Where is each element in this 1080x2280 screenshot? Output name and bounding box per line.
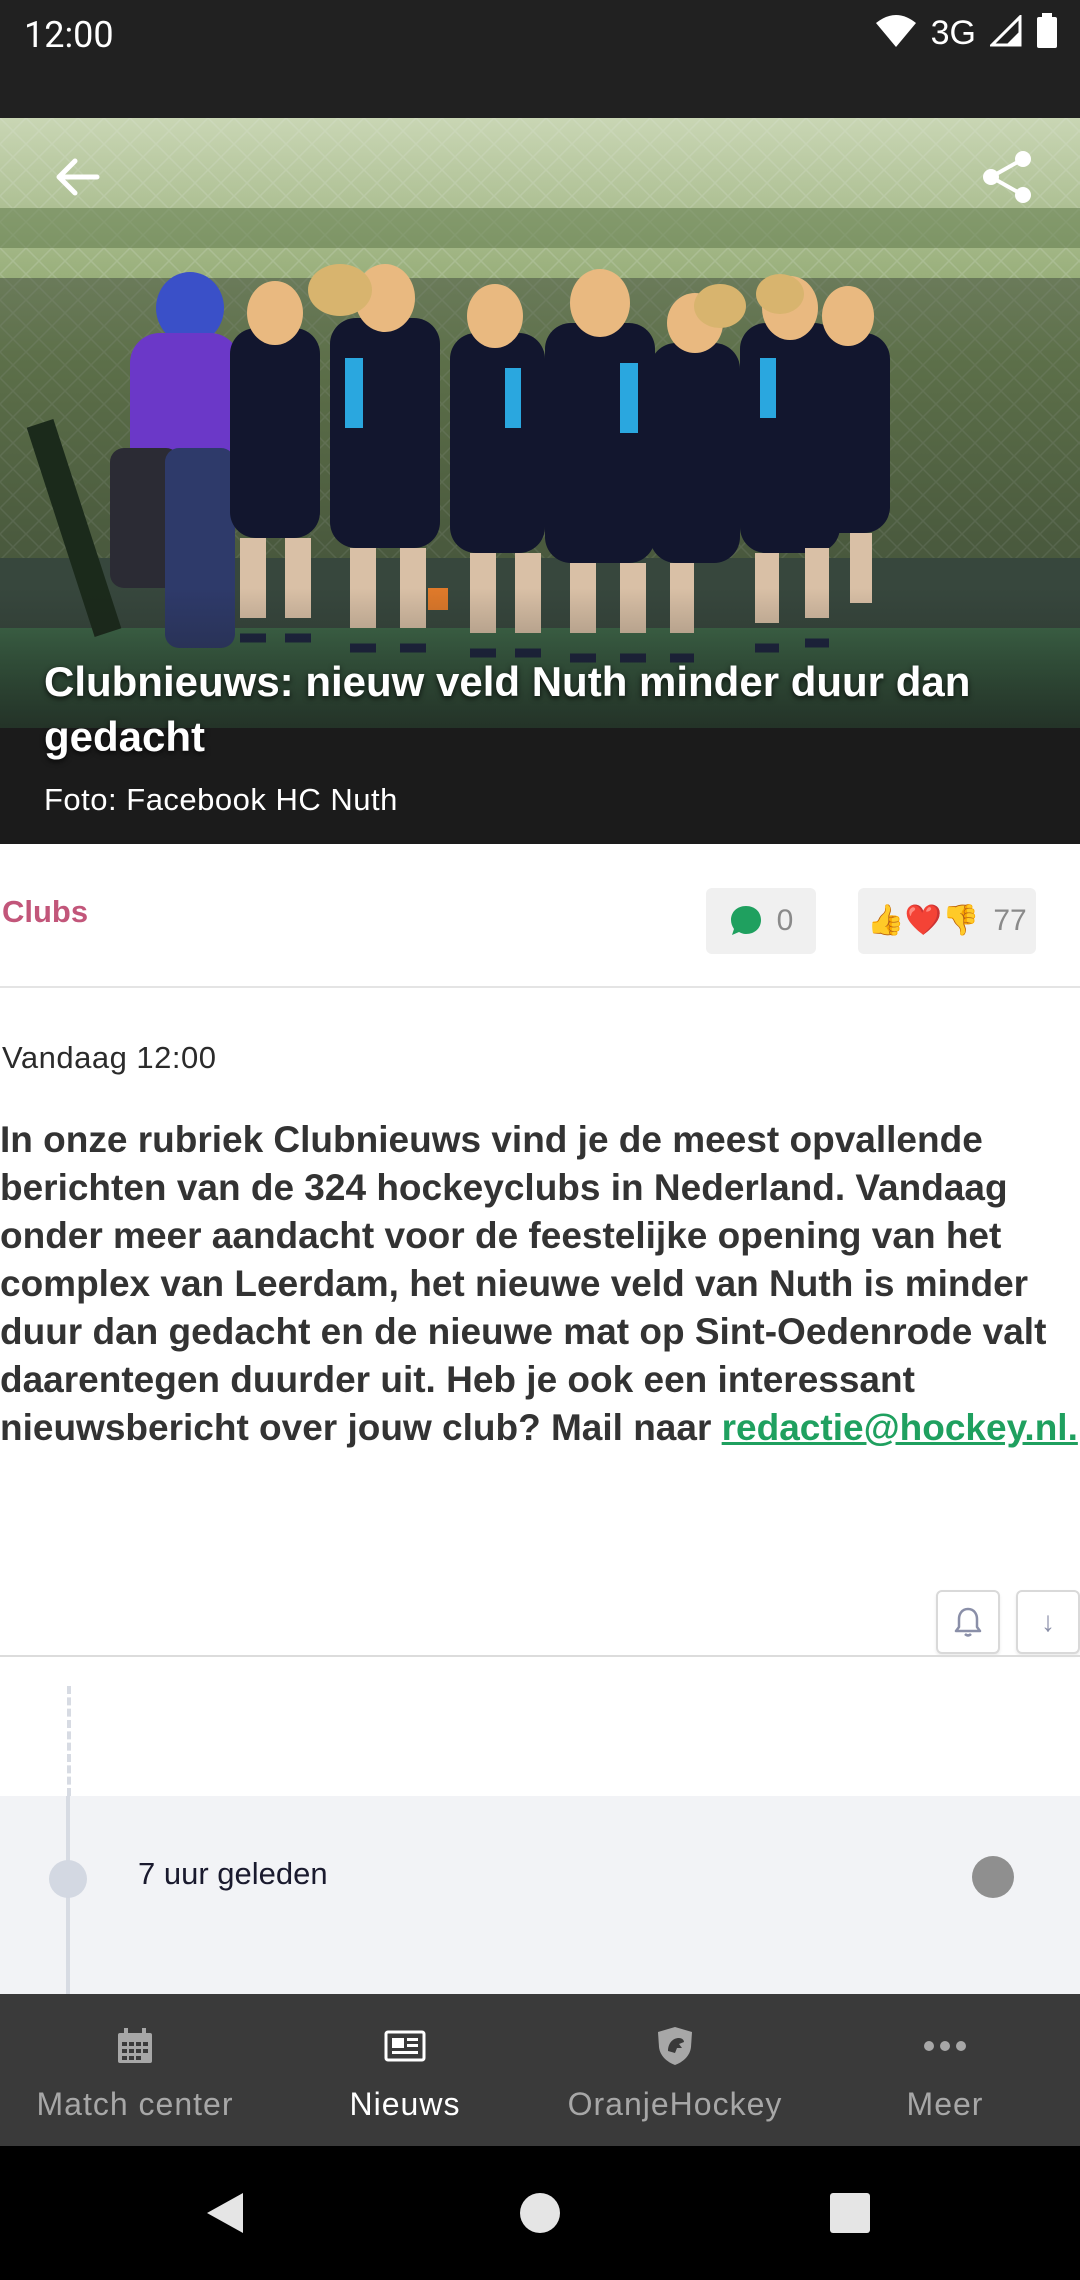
back-button[interactable] bbox=[44, 144, 110, 210]
article-meta-row: Clubs 0 👍❤️👎 77 bbox=[0, 844, 1080, 988]
article-title: Clubnieuws: nieuw veld Nuth minder duur … bbox=[44, 658, 971, 760]
status-bar: 12:00 3G bbox=[0, 0, 1080, 118]
comment-bubble-icon bbox=[730, 906, 761, 935]
comments-button[interactable]: 0 bbox=[706, 888, 816, 954]
system-navigation-bar bbox=[0, 2146, 1080, 2280]
bell-icon bbox=[954, 1607, 982, 1637]
status-time: 12:00 bbox=[24, 14, 114, 56]
system-recents-button[interactable] bbox=[790, 2146, 910, 2280]
nav-label-nieuws: Nieuws bbox=[349, 2086, 461, 2122]
article-intro: In onze rubriek Clubnieuws vind je de me… bbox=[0, 1116, 1078, 1452]
timeline-connector bbox=[67, 1686, 71, 1796]
nav-item-meer[interactable]: Meer bbox=[810, 1994, 1080, 2146]
system-home-button[interactable] bbox=[480, 2146, 600, 2280]
category-label[interactable]: Clubs bbox=[2, 894, 88, 930]
back-arrow-icon bbox=[56, 158, 100, 196]
scroll-down-button[interactable]: ↓ bbox=[1016, 1590, 1080, 1654]
timeline-marker bbox=[972, 1856, 1014, 1898]
email-link[interactable]: redactie@hockey.nl. bbox=[722, 1407, 1078, 1448]
nav-item-oranjehockey[interactable]: OranjeHockey bbox=[540, 1994, 810, 2146]
shield-logo-icon bbox=[658, 2027, 692, 2065]
nav-item-match-center[interactable]: Match center bbox=[0, 1994, 270, 2146]
timeline-dot bbox=[49, 1860, 87, 1898]
newspaper-icon bbox=[384, 2030, 426, 2062]
nav-item-nieuws[interactable]: Nieuws bbox=[270, 1994, 540, 2146]
nav-label-oranjehockey: OranjeHockey bbox=[567, 2086, 783, 2122]
status-icons: 3G bbox=[875, 12, 1058, 54]
reaction-emojis-icon: 👍❤️👎 bbox=[867, 904, 980, 937]
reactions-button[interactable]: 👍❤️👎 77 bbox=[858, 888, 1036, 954]
nav-label-meer: Meer bbox=[906, 2086, 984, 2122]
article-intro-text: In onze rubriek Clubnieuws vind je de me… bbox=[0, 1119, 1047, 1448]
reaction-count: 77 bbox=[993, 904, 1027, 937]
share-icon bbox=[983, 151, 1031, 203]
system-recents-icon bbox=[830, 2193, 870, 2233]
nav-label-match-center: Match center bbox=[36, 2086, 234, 2122]
share-button[interactable] bbox=[974, 144, 1040, 210]
photo-caption: Foto: Facebook HC Nuth bbox=[44, 782, 398, 817]
timeline-entry bbox=[0, 1796, 1080, 1994]
timeline-time: 7 uur geleden bbox=[138, 1856, 328, 1891]
article-hero: Clubnieuws: nieuw veld Nuth minder duur … bbox=[0, 118, 1080, 844]
divider bbox=[0, 1655, 1080, 1657]
comment-count: 0 bbox=[776, 904, 794, 937]
notify-button[interactable] bbox=[936, 1590, 1000, 1654]
article-date: Vandaag 12:00 bbox=[2, 1040, 217, 1075]
more-dots-icon bbox=[924, 2041, 966, 2051]
network-type: 3G bbox=[930, 13, 976, 52]
system-back-icon bbox=[207, 2193, 243, 2233]
battery-icon bbox=[1036, 12, 1058, 54]
calendar-icon bbox=[118, 2028, 152, 2063]
wifi-icon bbox=[875, 14, 917, 53]
system-home-icon bbox=[520, 2193, 560, 2233]
system-back-button[interactable] bbox=[165, 2146, 285, 2280]
down-arrow-icon: ↓ bbox=[1041, 1606, 1055, 1637]
cell-signal-icon bbox=[988, 12, 1022, 52]
bottom-navigation: Match center Nieuws OranjeHockey Meer bbox=[0, 1994, 1080, 2146]
